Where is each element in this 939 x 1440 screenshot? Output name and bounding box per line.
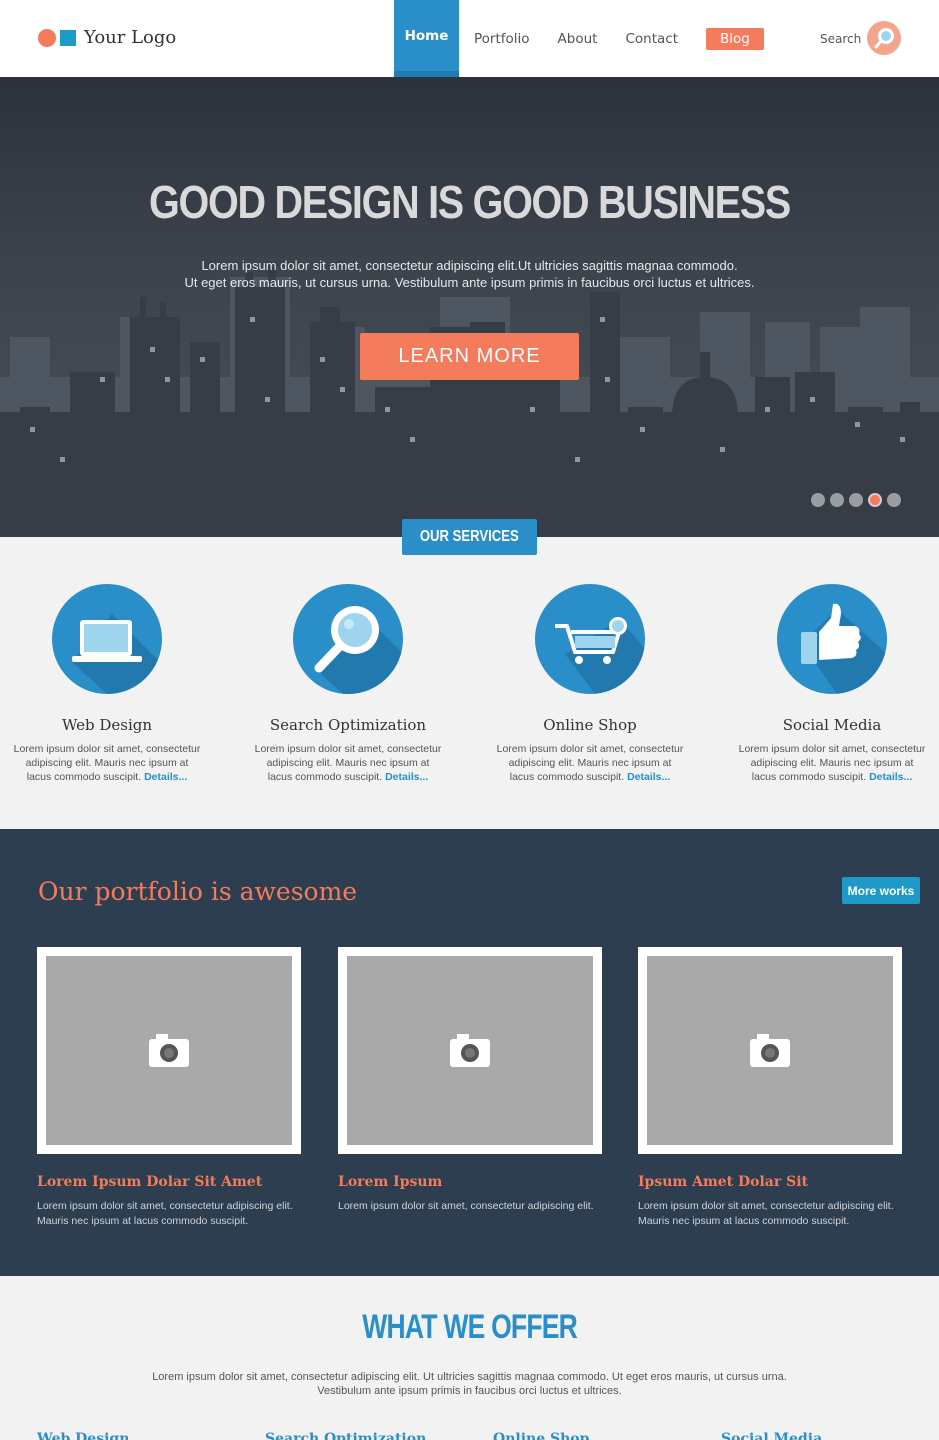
service-title: Online Shop <box>543 716 637 734</box>
portfolio-card[interactable]: Lorem Ipsum Lorem ipsum dolor sit amet, … <box>338 947 602 1214</box>
details-link[interactable]: Details... <box>627 771 670 783</box>
slider-dot[interactable] <box>830 493 844 507</box>
card-title[interactable]: Lorem Ipsum Dolar Sit Amet <box>37 1174 301 1190</box>
service-search-optimization: Search Optimization Lorem ipsum dolor si… <box>253 584 443 784</box>
offer-title-text: WHAT WE OFFER <box>362 1308 578 1346</box>
slider-dot[interactable] <box>887 493 901 507</box>
offer-column-title[interactable]: Social Media <box>721 1431 822 1440</box>
slider-dots <box>811 493 906 507</box>
search-label: Search <box>820 32 862 46</box>
nav-contact[interactable]: Contact <box>625 31 678 47</box>
image-placeholder <box>347 956 593 1145</box>
city-skyline-illustration <box>0 267 939 537</box>
card-frame <box>638 947 902 1154</box>
card-desc: Lorem ipsum dolor sit amet, consectetur … <box>338 1200 594 1212</box>
slider-dot-active[interactable] <box>868 493 882 507</box>
service-title: Search Optimization <box>269 716 427 734</box>
shopping-cart-icon <box>535 584 645 694</box>
service-desc: Lorem ipsum dolor sit amet, consectetur … <box>738 743 926 783</box>
offer-text: Lorem ipsum dolor sit amet, consectetur … <box>0 1370 939 1398</box>
logo-text: Your Logo <box>84 27 177 48</box>
hero-banner: GOOD DESIGN IS GOOD BUSINESS Lorem ipsum… <box>0 77 939 537</box>
hero-text-line: Lorem ipsum dolor sit amet, consectetur … <box>201 258 738 273</box>
slider-dot[interactable] <box>811 493 825 507</box>
nav-portfolio[interactable]: Portfolio <box>474 31 530 47</box>
service-desc: Lorem ipsum dolor sit amet, consectetur … <box>254 743 442 783</box>
service-desc: Lorem ipsum dolor sit amet, consectetur … <box>13 743 201 783</box>
search-icon <box>874 28 894 49</box>
learn-more-button[interactable]: LEARN MORE <box>360 333 579 380</box>
more-works-button[interactable]: More works <box>842 877 920 904</box>
offer-column-title[interactable]: Online Shop <box>493 1431 589 1440</box>
offer-text-line: Lorem ipsum dolor sit amet, consectetur … <box>152 1371 787 1383</box>
thumbs-up-icon <box>777 584 887 694</box>
offer-title: WHAT WE OFFER <box>0 1308 939 1347</box>
service-desc: Lorem ipsum dolor sit amet, consectetur … <box>496 743 684 783</box>
camera-icon <box>450 1034 490 1067</box>
details-link[interactable]: Details... <box>385 771 428 783</box>
nav-blog[interactable]: Blog <box>706 27 764 50</box>
service-web-design: Web Design Lorem ipsum dolor sit amet, c… <box>12 584 202 784</box>
service-title: Social Media <box>782 716 882 734</box>
service-social-media: Social Media Lorem ipsum dolor sit amet,… <box>737 584 927 784</box>
details-link[interactable]: Details... <box>144 771 187 783</box>
logo-square-icon <box>60 29 76 46</box>
nav-about[interactable]: About <box>558 31 598 47</box>
camera-icon <box>750 1034 790 1067</box>
hero-text-line: Ut eget eros mauris, ut cursus urna. Ves… <box>184 275 755 290</box>
main-nav: Home Portfolio About Contact Blog <box>394 0 764 77</box>
site-header: Your Logo Home Portfolio About Contact B… <box>0 0 939 77</box>
services-badge-label: OUR SERVICES <box>420 528 519 545</box>
laptop-icon <box>52 584 162 694</box>
nav-home[interactable]: Home <box>394 0 459 77</box>
logo-circle-icon <box>38 28 56 47</box>
card-title[interactable]: Lorem Ipsum <box>338 1174 602 1190</box>
card-frame <box>338 947 602 1154</box>
magnifier-icon <box>293 584 403 694</box>
portfolio-section: Our portfolio is awesome More works Lore… <box>0 829 939 1276</box>
card-desc: Lorem ipsum dolor sit amet, consectetur … <box>638 1200 894 1227</box>
search-button[interactable] <box>867 21 901 55</box>
offer-text-line: Vestibulum ante ipsum primis in faucibus… <box>317 1385 622 1397</box>
slider-dot[interactable] <box>849 493 863 507</box>
image-placeholder <box>46 956 292 1145</box>
hero-title: GOOD DESIGN IS GOOD BUSINESS <box>149 176 791 228</box>
portfolio-title: Our portfolio is awesome <box>38 877 358 906</box>
offer-column-title[interactable]: Search Optimization <box>265 1431 426 1440</box>
details-link[interactable]: Details... <box>869 771 912 783</box>
camera-icon <box>149 1034 189 1067</box>
portfolio-card[interactable]: Ipsum Amet Dolar Sit Lorem ipsum dolor s… <box>638 947 902 1229</box>
card-desc: Lorem ipsum dolor sit amet, consectetur … <box>37 1200 293 1227</box>
card-frame <box>37 947 301 1154</box>
services-badge: OUR SERVICES <box>402 519 537 555</box>
image-placeholder <box>647 956 893 1145</box>
service-title: Web Design <box>61 716 153 734</box>
portfolio-card[interactable]: Lorem Ipsum Dolar Sit Amet Lorem ipsum d… <box>37 947 301 1229</box>
card-title[interactable]: Ipsum Amet Dolar Sit <box>638 1174 902 1190</box>
hero-text: Lorem ipsum dolor sit amet, consectetur … <box>0 257 939 291</box>
logo[interactable]: Your Logo <box>38 27 176 48</box>
service-online-shop: Online Shop Lorem ipsum dolor sit amet, … <box>495 584 685 784</box>
offer-column-title[interactable]: Web Design <box>37 1431 129 1440</box>
